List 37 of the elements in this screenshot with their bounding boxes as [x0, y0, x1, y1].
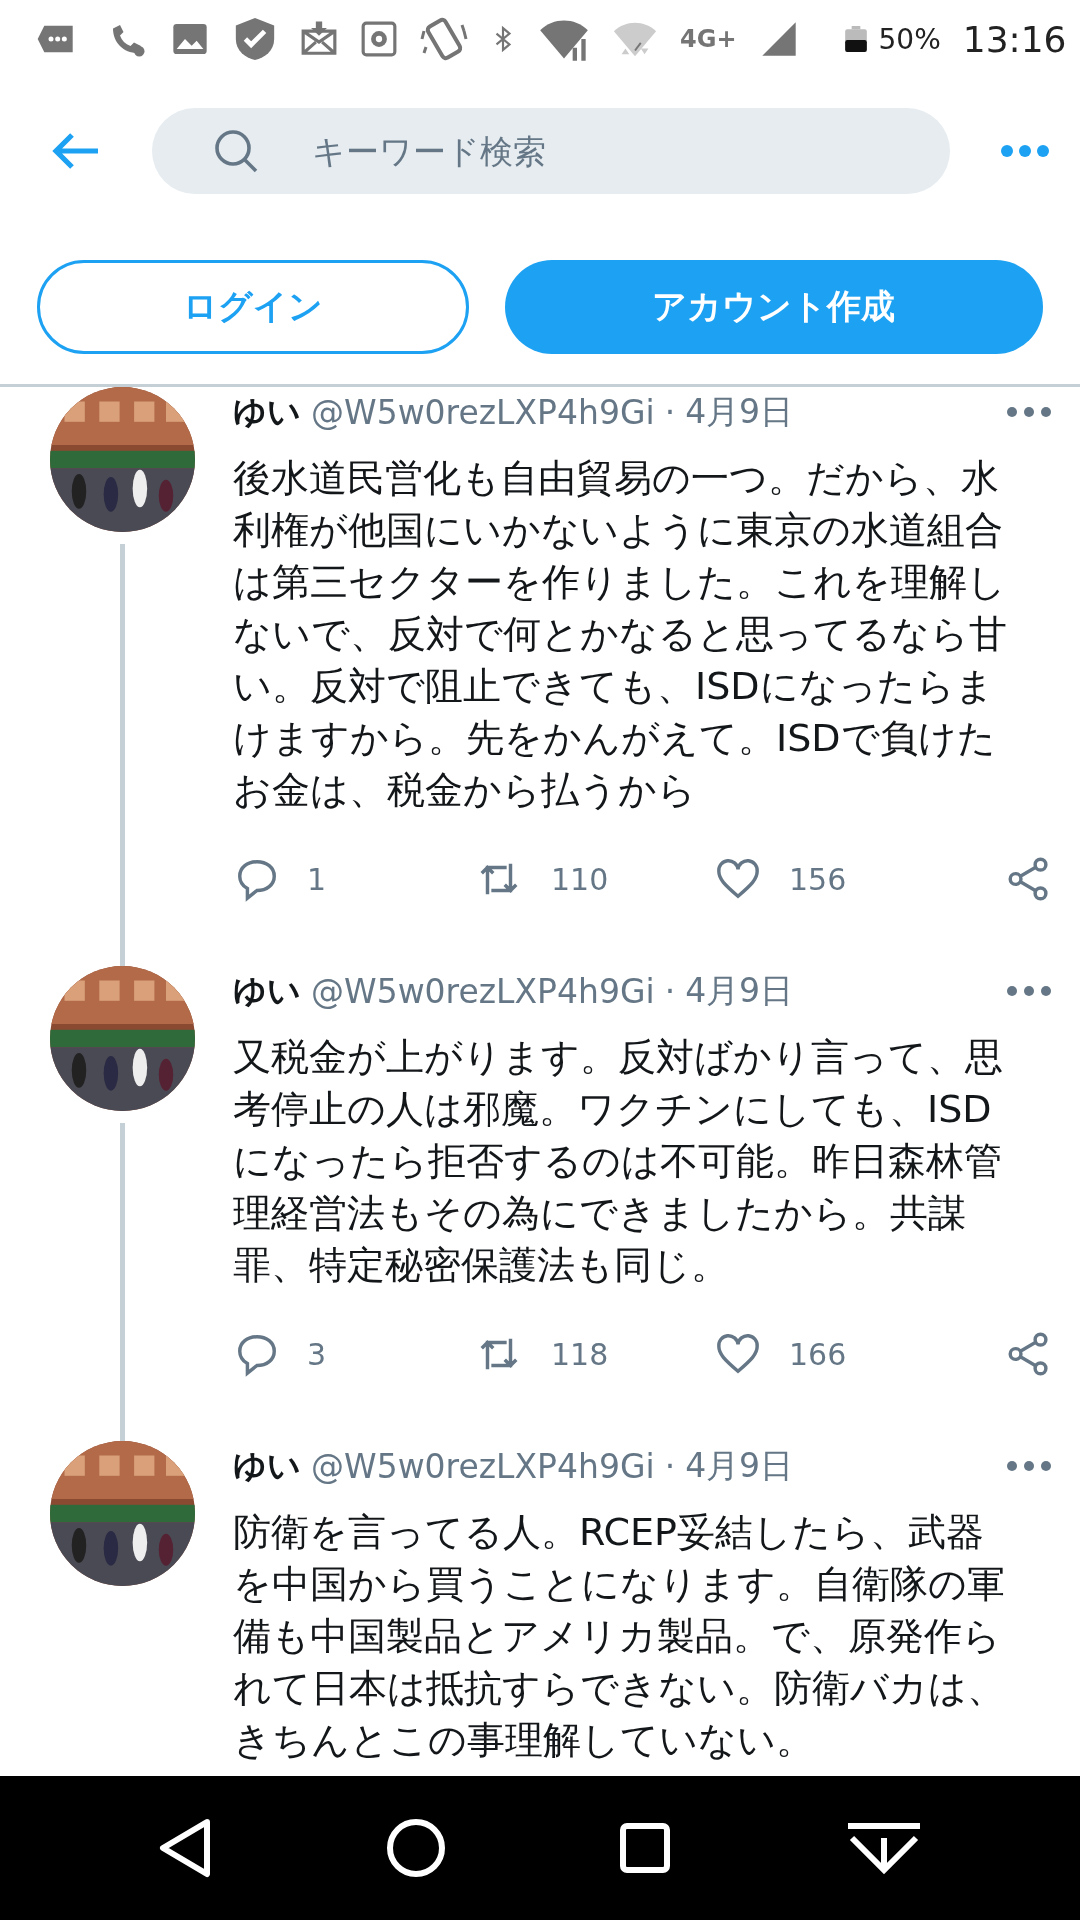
search-input[interactable]: キーワード検索 — [310, 130, 910, 172]
user-handle[interactable]: @W5w0rezLXP4h9Gi — [311, 971, 655, 1011]
tweet-date[interactable]: 4月9日 — [685, 968, 794, 1014]
network-type: 4G+ — [680, 25, 737, 53]
user-handle[interactable]: @W5w0rezLXP4h9Gi — [311, 392, 655, 432]
retweet-count: 118 — [551, 1336, 609, 1372]
retweet-count: 110 — [551, 861, 609, 897]
reply-count: 1 — [307, 861, 327, 897]
mail-icon — [300, 20, 338, 58]
recents-icon[interactable] — [618, 1822, 671, 1874]
search-icon — [212, 127, 260, 175]
search-bar[interactable]: キーワード検索 — [152, 108, 950, 194]
clock: 13:16 — [962, 18, 1067, 60]
login-button[interactable]: ログイン — [37, 260, 469, 354]
tweet-date[interactable]: 4月9日 — [685, 1443, 794, 1489]
more-icon[interactable] — [1000, 144, 1050, 158]
tweet-text: 防衛を言ってる人。RCEP妥結したら、武器を中国から買うことになります。自衛隊の軍備も中国製品とアメリカ製品。で、原発作られて日本は抵抗すらできない。防衛バカは、きちんとこの事理解していない。 — [233, 1509, 1006, 1764]
more-icon[interactable] — [1006, 406, 1052, 418]
vibrate-icon — [420, 15, 468, 63]
user-name[interactable]: ゆい — [233, 389, 301, 435]
separator-dot: · — [664, 971, 676, 1011]
separator-dot: · — [664, 392, 676, 432]
tweet-date[interactable]: 4月9日 — [685, 389, 794, 435]
user-handle[interactable]: @W5w0rezLXP4h9Gi — [311, 1446, 655, 1486]
user-name[interactable]: ゆい — [233, 968, 301, 1014]
like-count: 166 — [789, 1336, 847, 1372]
sign-up-button[interactable]: アカウント作成 — [504, 260, 1043, 354]
reply-count: 3 — [307, 1336, 327, 1372]
tweet-text: 後水道民営化も自由貿易の一つ。だから、水利権が他国にいかないように東京の水道組合は第三セクターを作りました。これを理解しないで、反対で何とかなると思ってるなら甘い。反対で阻止できても、ISDになったらまけますから。先をかんがえて。ISDで負けたお金は、税金から払うから — [233, 455, 1008, 814]
like-count: 156 — [789, 861, 847, 897]
tweet-text: 又税金が上がります。反対ばかり言って、思考停止の人は邪魔。ワクチンにしても、ISDになったら拒否するのは不可能。昨日森林管理経営法もその為にできましたから。共謀罪、特定秘密保護法も同じ。 — [233, 1034, 1004, 1289]
battery-percent: 50% — [878, 22, 941, 56]
separator-dot: · — [664, 1446, 676, 1486]
more-icon[interactable] — [1006, 985, 1052, 997]
more-icon[interactable] — [1006, 1460, 1052, 1472]
home-icon[interactable] — [385, 1818, 446, 1878]
user-name[interactable]: ゆい — [233, 1443, 301, 1489]
